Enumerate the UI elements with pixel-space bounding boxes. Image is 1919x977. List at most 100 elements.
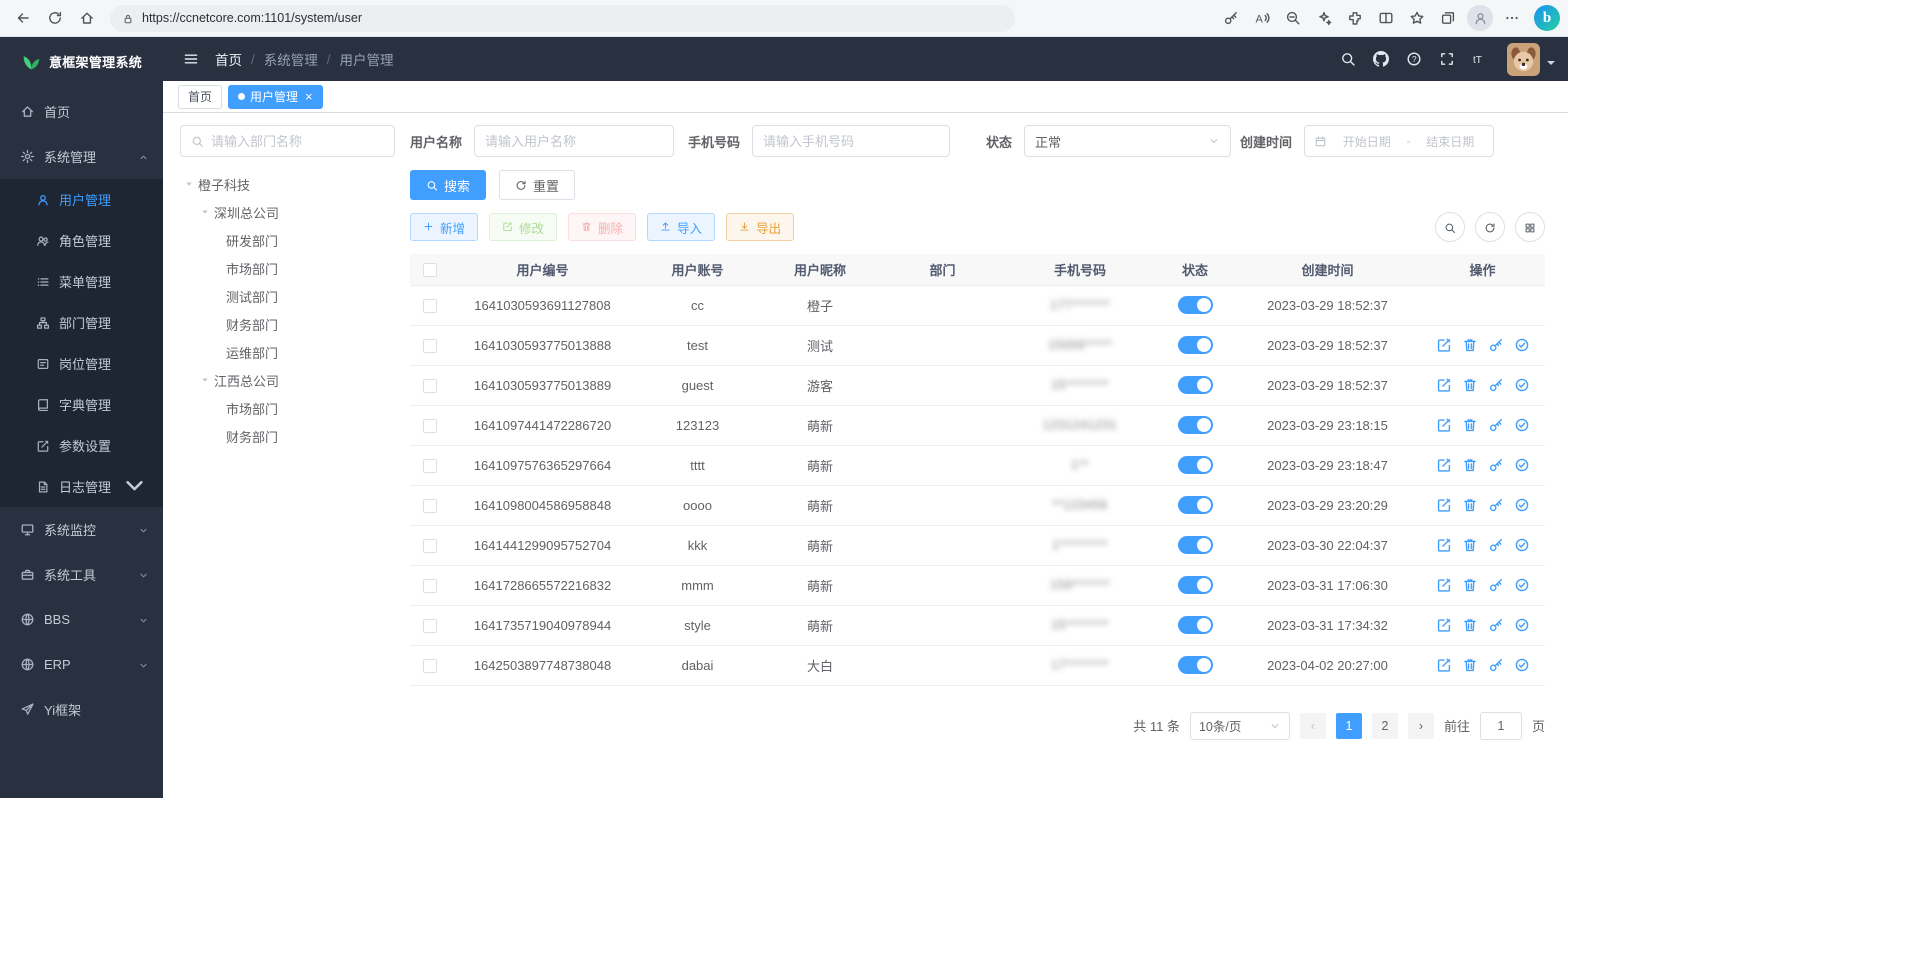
edit-button[interactable]: 修改 xyxy=(489,213,557,241)
zoom-out-icon[interactable] xyxy=(1278,3,1308,33)
reset-password-icon[interactable] xyxy=(1488,657,1504,673)
read-aloud-icon[interactable]: A xyxy=(1247,3,1277,33)
font-size-icon[interactable]: tT xyxy=(1465,44,1495,74)
reset-password-icon[interactable] xyxy=(1488,497,1504,513)
status-toggle[interactable] xyxy=(1178,416,1213,434)
add-button[interactable]: 新增 xyxy=(410,213,478,241)
reset-password-icon[interactable] xyxy=(1488,337,1504,353)
sidebar-group-bbs[interactable]: BBS xyxy=(0,597,163,642)
username-input[interactable] xyxy=(485,134,663,149)
delete-button[interactable]: 删除 xyxy=(568,213,636,241)
sidebar-item-dept-mgmt[interactable]: 部门管理 xyxy=(0,302,163,343)
page-button-2[interactable]: 2 xyxy=(1372,713,1398,739)
caret-down-icon[interactable] xyxy=(199,374,211,386)
assign-role-icon[interactable] xyxy=(1514,497,1530,513)
tree-node-dept[interactable]: 测试部门 xyxy=(180,282,395,310)
reset-password-icon[interactable] xyxy=(1488,457,1504,473)
tree-node-dept[interactable]: 运维部门 xyxy=(180,338,395,366)
row-checkbox[interactable] xyxy=(423,299,437,313)
tab-user-mgmt[interactable]: 用户管理 × xyxy=(228,85,323,109)
row-checkbox[interactable] xyxy=(423,539,437,553)
date-range-picker[interactable]: 开始日期 - 结束日期 xyxy=(1304,125,1494,157)
sidebar-item-dict-mgmt[interactable]: 字典管理 xyxy=(0,384,163,425)
status-toggle[interactable] xyxy=(1178,336,1213,354)
reset-password-icon[interactable] xyxy=(1488,537,1504,553)
assign-role-icon[interactable] xyxy=(1514,457,1530,473)
delete-icon[interactable] xyxy=(1462,537,1478,553)
row-checkbox[interactable] xyxy=(423,659,437,673)
caret-down-icon[interactable] xyxy=(183,178,195,190)
start-date-placeholder[interactable]: 开始日期 xyxy=(1333,133,1401,150)
reset-password-icon[interactable] xyxy=(1488,417,1504,433)
status-toggle[interactable] xyxy=(1178,456,1213,474)
favorites-icon[interactable] xyxy=(1402,3,1432,33)
end-date-placeholder[interactable]: 结束日期 xyxy=(1417,133,1485,150)
sidebar-group-system-tools[interactable]: 系统工具 xyxy=(0,552,163,597)
tree-node-dept[interactable]: 市场部门 xyxy=(180,254,395,282)
row-checkbox[interactable] xyxy=(423,499,437,513)
delete-icon[interactable] xyxy=(1462,337,1478,353)
row-checkbox[interactable] xyxy=(423,419,437,433)
dept-search-input[interactable] xyxy=(211,134,384,149)
sidebar-group-system-mgmt[interactable]: 系统管理 xyxy=(0,134,163,179)
refresh-table-button[interactable] xyxy=(1475,212,1505,242)
sidebar-item-role-mgmt[interactable]: 角色管理 xyxy=(0,220,163,261)
row-checkbox[interactable] xyxy=(423,579,437,593)
password-key-icon[interactable] xyxy=(1216,3,1246,33)
sidebar-item-yi-framework[interactable]: Yi框架 xyxy=(0,687,163,732)
breadcrumb-system-mgmt[interactable]: 系统管理 xyxy=(264,49,318,69)
help-icon[interactable]: ? xyxy=(1399,44,1429,74)
browser-profile-icon[interactable] xyxy=(1467,5,1493,31)
edit-icon[interactable] xyxy=(1436,417,1452,433)
sidebar-group-log-mgmt[interactable]: 日志管理 xyxy=(0,466,163,507)
sidebar-item-param-settings[interactable]: 参数设置 xyxy=(0,425,163,466)
delete-icon[interactable] xyxy=(1462,457,1478,473)
breadcrumb-home[interactable]: 首页 xyxy=(215,49,242,69)
refresh-icon[interactable] xyxy=(40,3,70,33)
tree-node-dept[interactable]: 市场部门 xyxy=(180,394,395,422)
row-checkbox[interactable] xyxy=(423,459,437,473)
delete-icon[interactable] xyxy=(1462,617,1478,633)
edit-icon[interactable] xyxy=(1436,457,1452,473)
next-page-button[interactable]: › xyxy=(1408,713,1434,739)
assign-role-icon[interactable] xyxy=(1514,577,1530,593)
url-text[interactable]: https://ccnetcore.com:1101/system/user xyxy=(142,11,362,25)
user-avatar[interactable] xyxy=(1507,43,1540,76)
extensions-icon[interactable] xyxy=(1340,3,1370,33)
phone-input[interactable] xyxy=(763,134,939,149)
bing-icon[interactable]: b xyxy=(1534,5,1560,31)
address-bar[interactable]: https://ccnetcore.com:1101/system/user xyxy=(110,5,1015,32)
assign-role-icon[interactable] xyxy=(1514,377,1530,393)
assign-role-icon[interactable] xyxy=(1514,657,1530,673)
prev-page-button[interactable]: ‹ xyxy=(1300,713,1326,739)
tree-node-dept[interactable]: 财务部门 xyxy=(180,422,395,450)
tree-node-branch[interactable]: 江西总公司 xyxy=(180,366,395,394)
search-button[interactable]: 搜索 xyxy=(410,170,486,200)
assign-role-icon[interactable] xyxy=(1514,537,1530,553)
assign-role-icon[interactable] xyxy=(1514,417,1530,433)
status-toggle[interactable] xyxy=(1178,576,1213,594)
status-toggle[interactable] xyxy=(1178,656,1213,674)
delete-icon[interactable] xyxy=(1462,657,1478,673)
reset-password-icon[interactable] xyxy=(1488,577,1504,593)
status-toggle[interactable] xyxy=(1178,376,1213,394)
tree-node-branch[interactable]: 深圳总公司 xyxy=(180,198,395,226)
search-icon[interactable] xyxy=(1333,44,1363,74)
reset-password-icon[interactable] xyxy=(1488,377,1504,393)
reset-button[interactable]: 重置 xyxy=(499,170,575,200)
status-select[interactable]: 正常 xyxy=(1024,125,1231,157)
row-checkbox[interactable] xyxy=(423,379,437,393)
github-icon[interactable] xyxy=(1366,44,1396,74)
row-checkbox[interactable] xyxy=(423,339,437,353)
collections-icon[interactable] xyxy=(1433,3,1463,33)
sidebar-group-system-monitor[interactable]: 系统监控 xyxy=(0,507,163,552)
edit-icon[interactable] xyxy=(1436,497,1452,513)
sidebar-group-erp[interactable]: ERP xyxy=(0,642,163,687)
sidebar-item-post-mgmt[interactable]: 岗位管理 xyxy=(0,343,163,384)
delete-icon[interactable] xyxy=(1462,497,1478,513)
edit-icon[interactable] xyxy=(1436,617,1452,633)
toggle-search-button[interactable] xyxy=(1435,212,1465,242)
reset-password-icon[interactable] xyxy=(1488,617,1504,633)
sidebar-item-menu-mgmt[interactable]: 菜单管理 xyxy=(0,261,163,302)
tree-node-company[interactable]: 橙子科技 xyxy=(180,170,395,198)
